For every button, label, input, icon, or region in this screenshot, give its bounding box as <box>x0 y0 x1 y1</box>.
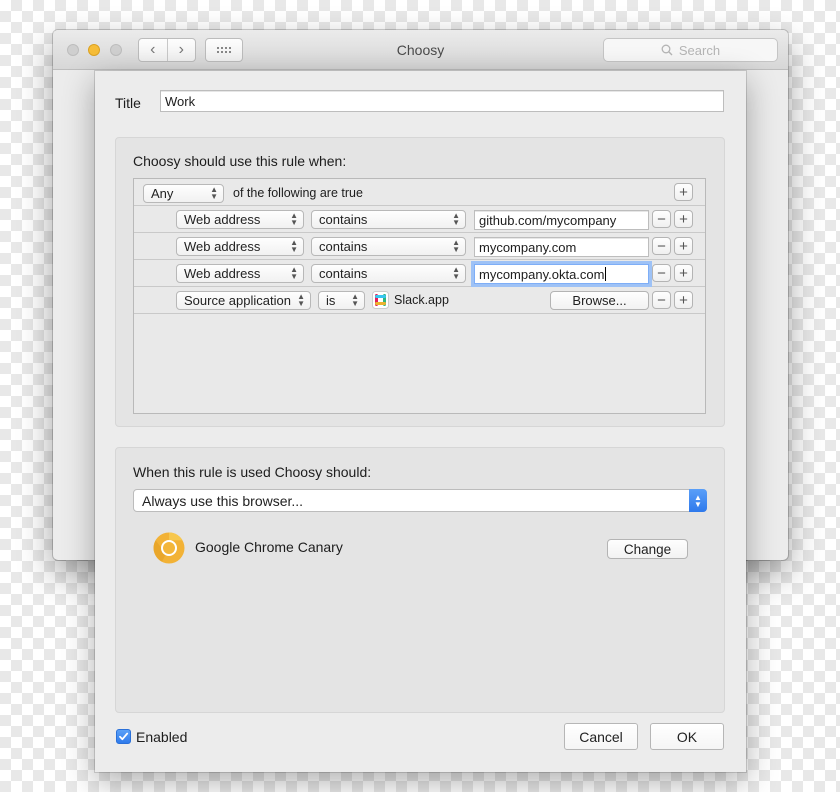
value-field[interactable]: mycompany.com <box>474 237 649 257</box>
plus-icon: + <box>679 183 688 201</box>
rule-sheet: Title Work Choosy should use this rule w… <box>95 71 746 772</box>
value-text: mycompany.com <box>479 239 577 255</box>
operator-popup[interactable]: contains ▲ ▼ <box>311 264 466 283</box>
field-popup[interactable]: Web address ▲ ▼ <box>176 264 304 283</box>
updown-icon: ▲ ▼ <box>452 211 460 227</box>
updown-icon: ▲ ▼ <box>290 238 298 254</box>
match-mode-value: Any <box>151 186 174 201</box>
updown-icon: ▲ ▼ <box>290 211 298 227</box>
minus-icon: − <box>657 291 666 309</box>
add-row-button[interactable]: + <box>674 291 693 309</box>
remove-row-button[interactable]: − <box>652 237 671 255</box>
source-app-name: Slack.app <box>394 293 449 307</box>
search-placeholder: Search <box>678 42 721 58</box>
operator-popup[interactable]: contains ▲ ▼ <box>311 237 466 256</box>
cancel-button[interactable]: Cancel <box>564 723 638 750</box>
minus-icon: − <box>657 237 666 255</box>
compound-row: Any ▲ ▼ of the following are true + <box>134 179 705 206</box>
value-field-focused[interactable]: mycompany.okta.com <box>474 264 649 284</box>
title-label: Title <box>115 95 141 111</box>
updown-icon: ▲ ▼ <box>297 292 305 308</box>
updown-icon: ▲ ▼ <box>689 489 707 512</box>
plus-icon: + <box>679 264 688 282</box>
ok-button[interactable]: OK <box>650 723 724 750</box>
action-value: Always use this browser... <box>142 492 304 509</box>
value-field[interactable]: github.com/mycompany <box>474 210 649 230</box>
operator-value: contains <box>319 239 368 254</box>
action-header: When this rule is used Choosy should: <box>133 464 372 480</box>
source-operator-value: is <box>326 293 336 308</box>
change-button[interactable]: Change <box>607 539 688 559</box>
title-field[interactable]: Work <box>160 90 724 112</box>
enabled-checkbox[interactable] <box>116 729 131 744</box>
condition-row: Web address ▲ ▼ contains ▲ ▼ mycompany.okt… <box>134 260 705 287</box>
plus-icon: + <box>679 237 688 255</box>
match-mode-popup[interactable]: Any ▲ ▼ <box>143 184 224 203</box>
titlebar: ‹ › Choosy Search <box>53 30 788 70</box>
field-popup[interactable]: Web address ▲ ▼ <box>176 237 304 256</box>
minus-icon: − <box>657 210 666 228</box>
conditions-header: Choosy should use this rule when: <box>133 153 347 169</box>
operator-popup[interactable]: contains ▲ ▼ <box>311 210 466 229</box>
search-field[interactable]: Search <box>603 38 778 62</box>
remove-row-button[interactable]: − <box>652 264 671 282</box>
minus-icon: − <box>657 264 666 282</box>
browser-name: Google Chrome Canary <box>195 539 343 555</box>
updown-icon: ▲ ▼ <box>351 292 359 308</box>
checkmark-icon <box>119 732 129 741</box>
condition-row: Web address ▲ ▼ contains ▲ ▼ github.com/my… <box>134 206 705 233</box>
value-text: mycompany.okta.com <box>479 266 605 282</box>
predicate-editor: Any ▲ ▼ of the following are true + Web a… <box>133 178 706 414</box>
field-value: Web address <box>184 239 261 254</box>
operator-value: contains <box>319 266 368 281</box>
operator-value: contains <box>319 212 368 227</box>
add-row-button[interactable]: + <box>674 237 693 255</box>
plus-icon: + <box>679 210 688 228</box>
condition-row: Web address ▲ ▼ contains ▲ ▼ mycompany.com… <box>134 233 705 260</box>
remove-row-button[interactable]: − <box>652 291 671 309</box>
browse-button[interactable]: Browse... <box>550 291 649 310</box>
add-row-button[interactable]: + <box>674 210 693 228</box>
updown-icon: ▲ ▼ <box>290 265 298 281</box>
source-operator-popup[interactable]: is ▲ ▼ <box>318 291 365 310</box>
search-icon <box>661 44 673 56</box>
updown-icon: ▲ ▼ <box>210 185 218 201</box>
source-field-popup[interactable]: Source application ▲ ▼ <box>176 291 311 310</box>
text-caret <box>605 267 607 281</box>
slack-app-icon <box>372 291 389 309</box>
match-suffix: of the following are true <box>233 186 363 200</box>
chrome-canary-icon <box>153 532 185 564</box>
source-app-row: Source application ▲ ▼ is ▲ ▼ Slack.app Br… <box>134 287 705 314</box>
field-value: Web address <box>184 212 261 227</box>
add-compound-button[interactable]: + <box>674 183 693 201</box>
field-popup[interactable]: Web address ▲ ▼ <box>176 210 304 229</box>
updown-icon: ▲ ▼ <box>452 238 460 254</box>
plus-icon: + <box>679 291 688 309</box>
action-group: When this rule is used Choosy should: <box>115 447 725 713</box>
source-field-value: Source application <box>184 293 291 308</box>
updown-icon: ▲ ▼ <box>452 265 460 281</box>
enabled-label: Enabled <box>136 729 188 745</box>
add-row-button[interactable]: + <box>674 264 693 282</box>
action-popup[interactable]: Always use this browser... ▲ ▼ <box>133 489 707 512</box>
value-text: github.com/mycompany <box>479 212 617 228</box>
field-value: Web address <box>184 266 261 281</box>
title-value: Work <box>165 93 196 109</box>
remove-row-button[interactable]: − <box>652 210 671 228</box>
